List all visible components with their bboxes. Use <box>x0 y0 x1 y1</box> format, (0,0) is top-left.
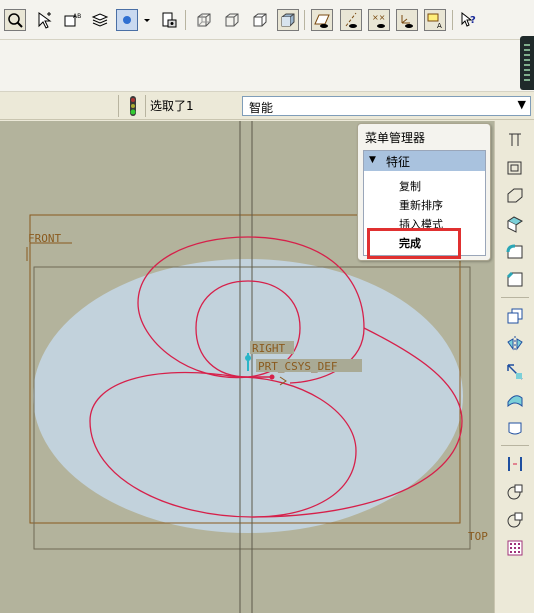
status-separator <box>118 95 119 117</box>
select-pointer-icon[interactable] <box>33 9 55 31</box>
status-separator <box>145 95 146 117</box>
toolbar-separator <box>304 10 305 30</box>
svg-text:A: A <box>437 22 442 29</box>
wireframe-icon[interactable] <box>193 9 215 31</box>
move-icon[interactable] <box>504 361 526 383</box>
surface-disc <box>33 259 463 533</box>
traffic-light-icon <box>130 96 136 116</box>
toolbar-separator <box>452 10 453 30</box>
context-help-icon[interactable]: ? <box>458 9 480 31</box>
dock-grip[interactable] <box>520 36 534 90</box>
zoom-window-icon[interactable] <box>4 9 26 31</box>
chevron-down-icon[interactable]: ▼ <box>518 98 526 111</box>
datum-axis-display-icon[interactable] <box>340 9 362 31</box>
pattern-icon[interactable] <box>504 537 526 559</box>
datum-text-icon[interactable]: AB <box>61 9 83 31</box>
selection-filter-value: 智能 <box>249 101 274 115</box>
menu-item-reorder[interactable]: 重新排序 <box>399 197 443 213</box>
dropdown-arrow-icon[interactable] <box>141 9 153 31</box>
annotation-display-icon[interactable]: A <box>424 9 446 31</box>
hidden-line-icon[interactable] <box>221 9 243 31</box>
selection-count-text: 选取了1 <box>150 99 194 113</box>
right-label: RIGHT <box>252 342 285 355</box>
saved-views-icon[interactable] <box>158 9 180 31</box>
merge-icon[interactable] <box>504 389 526 411</box>
front-label: FRONT <box>28 232 61 245</box>
top-label: TOP <box>468 530 488 543</box>
chamfer-icon[interactable] <box>504 269 526 291</box>
spin-center-icon[interactable] <box>116 9 138 31</box>
no-hidden-icon[interactable] <box>249 9 271 31</box>
split-icon[interactable] <box>504 453 526 475</box>
menu-manager-title: 菜单管理器 <box>365 131 426 145</box>
round-icon[interactable] <box>504 241 526 263</box>
rib-icon[interactable] <box>504 185 526 207</box>
shell-icon[interactable] <box>504 157 526 179</box>
menu-section-label: 特征 <box>386 155 411 169</box>
svg-text:××: ×× <box>372 13 385 22</box>
trim-icon[interactable] <box>504 417 526 439</box>
offset-icon[interactable] <box>504 481 526 503</box>
highlight-annotation-box <box>367 228 461 259</box>
draft-icon[interactable] <box>504 213 526 235</box>
csys-label: PRT_CSYS_DEF <box>258 360 337 373</box>
svg-text:?: ? <box>470 15 476 26</box>
mirror-icon[interactable] <box>504 333 526 355</box>
feature-toolbar <box>494 121 534 613</box>
selection-filter-select[interactable]: 智能 ▼ <box>242 96 531 116</box>
copy-icon[interactable] <box>504 305 526 327</box>
menu-item-copy[interactable]: 复制 <box>399 178 421 194</box>
layers-icon[interactable] <box>89 9 111 31</box>
point-display-icon[interactable]: ×× <box>368 9 390 31</box>
svg-text:AB: AB <box>73 13 81 20</box>
hole-icon[interactable] <box>504 129 526 151</box>
toolbar-separator <box>185 10 186 30</box>
extend-icon[interactable] <box>504 509 526 531</box>
shading-icon[interactable] <box>277 9 299 31</box>
menu-section-header[interactable]: ▼ 特征 <box>364 151 485 171</box>
toolbar-band <box>0 40 534 92</box>
csys-display-icon[interactable] <box>396 9 418 31</box>
datum-plane-display-icon[interactable] <box>311 9 333 31</box>
main-toolbar: AB ×× A ? <box>0 0 534 40</box>
collapse-triangle-icon[interactable]: ▼ <box>369 155 376 165</box>
